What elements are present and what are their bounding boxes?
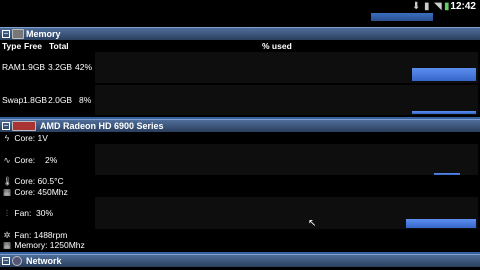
ram-pct: 42% (75, 62, 93, 72)
network-title: Network (26, 256, 62, 266)
globe-icon (12, 256, 22, 266)
memory-clock-row: ▦ Memory: 1250Mhz (2, 240, 85, 250)
core-load-label: Core: (14, 155, 36, 165)
clock: 12:42 (450, 1, 476, 12)
fan-rpm: Fan: 1488rpm (14, 230, 68, 240)
collapse-icon[interactable]: − (2, 122, 10, 130)
col-used: % used (262, 41, 292, 51)
fan-row: ⫶ Fan: (2, 208, 31, 218)
core-temp: Core: 60.5°C (14, 176, 64, 186)
battery-icon: ▮ (444, 1, 450, 12)
core-load-value: 2% (45, 155, 58, 165)
status-bar: ⬇ ▮ ◥ ▮ 12:42 (0, 0, 480, 13)
memory-section-header[interactable]: − Memory (0, 27, 480, 40)
col-total: Total (49, 41, 69, 51)
ram-free: 1.9GB (21, 62, 46, 72)
swap-total: 2.0GB (48, 95, 73, 105)
thermometer-icon: 🌡︎ (2, 176, 13, 186)
tab-indicator[interactable] (371, 13, 433, 21)
swap-usage-bar (412, 111, 476, 114)
swap-free: 1.8GB (23, 95, 48, 105)
wifi-icon: ◥ (434, 1, 442, 12)
ram-type: RAM (2, 62, 21, 72)
ram-usage-bar (412, 68, 476, 81)
col-type: Type (2, 41, 22, 51)
core-load-row: ∿ Core: (2, 155, 35, 165)
core-load-graph (95, 144, 478, 175)
fan-usage-bar (406, 219, 476, 228)
network-section-header[interactable]: − Network (0, 254, 480, 267)
memory-icon: ▦ (2, 240, 12, 250)
memory-clock: Memory: 1250Mhz (14, 240, 85, 250)
fan-bars-icon: ⫶ (5, 208, 9, 218)
cursor-icon: ↖ (308, 218, 317, 229)
signal-icon: ▮ (424, 1, 430, 12)
col-free: Free (24, 41, 42, 51)
core-temp-row: 🌡︎ Core: 60.5°C (2, 176, 64, 186)
download-icon: ⬇ (412, 1, 421, 12)
chip-icon: ▦ (2, 187, 12, 197)
fan-icon: ✲ (3, 230, 11, 240)
collapse-icon[interactable]: − (2, 257, 10, 265)
swap-type: Swap (2, 95, 24, 105)
gpu-title: AMD Radeon HD 6900 Series (40, 121, 164, 131)
fan-rpm-row: ✲ Fan: 1488rpm (2, 230, 67, 240)
gpu-card-icon (12, 121, 36, 131)
swap-pct: 8% (79, 95, 92, 105)
core-voltage: Core: 1V (14, 133, 48, 143)
core-clock-row: ▦ Core: 450Mhz (2, 187, 68, 197)
gpu-section-header[interactable]: − AMD Radeon HD 6900 Series (0, 119, 480, 132)
core-load-bar (434, 173, 460, 175)
memory-chip-icon (12, 29, 24, 39)
ram-total: 3.2GB (48, 62, 73, 72)
pulse-icon: ∿ (3, 155, 11, 165)
lightning-icon: ϟ (4, 133, 10, 143)
fan-pct: 30% (36, 208, 54, 218)
core-clock: Core: 450Mhz (14, 187, 68, 197)
collapse-icon[interactable]: − (2, 30, 10, 38)
fan-label: Fan: (14, 208, 32, 218)
core-voltage-row: ϟ Core: 1V (2, 133, 48, 143)
memory-title: Memory (26, 29, 61, 39)
